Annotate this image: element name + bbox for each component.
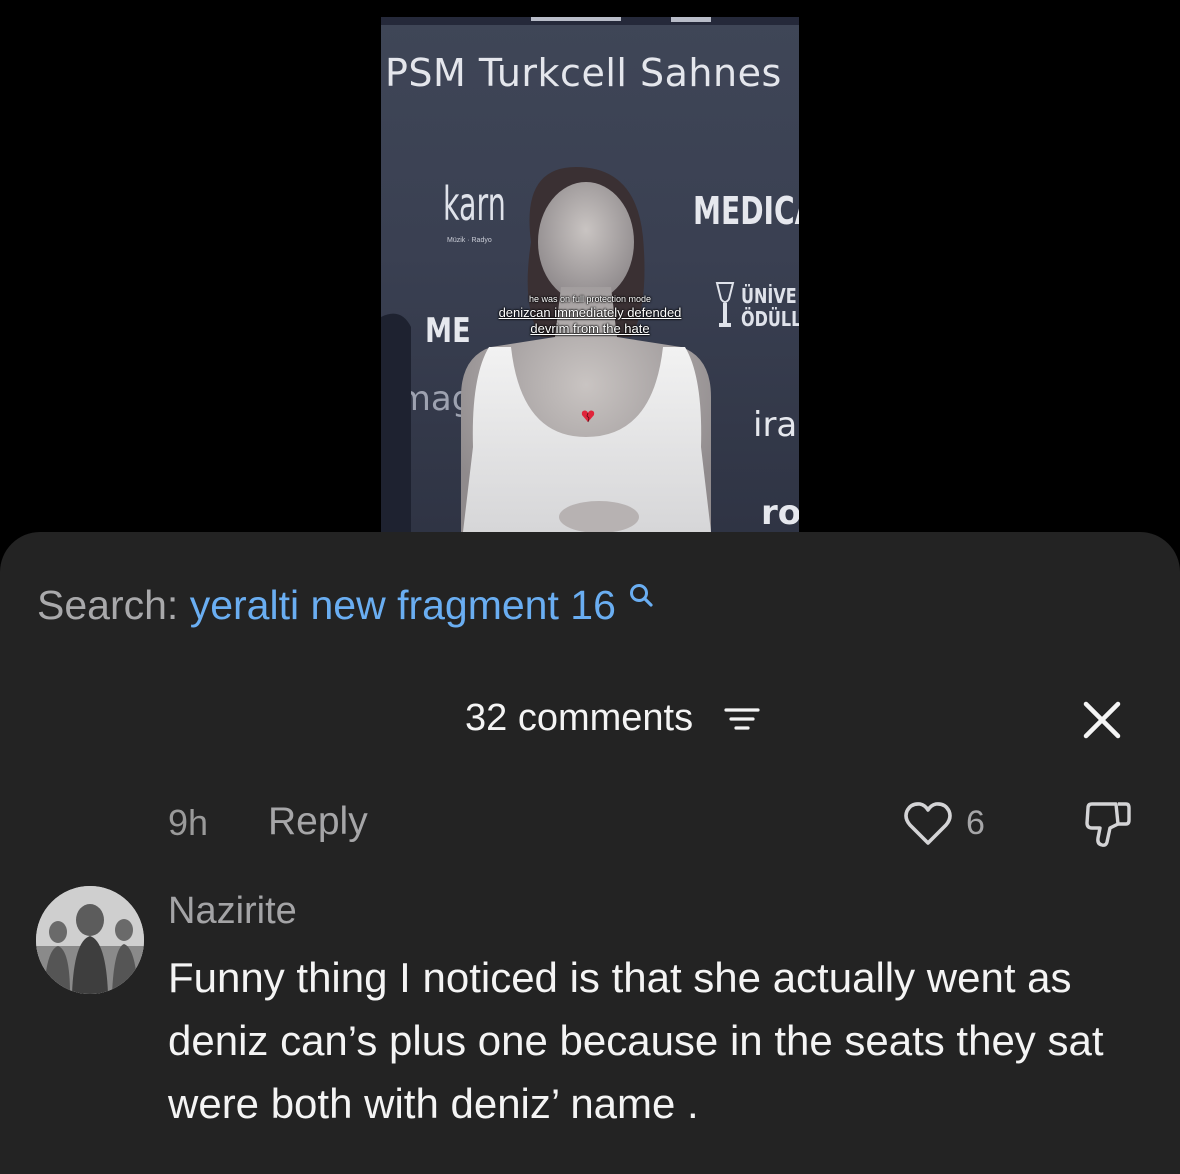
- video-player[interactable]: PSM Turkcell Sahnes karn Müzik · Radyo M…: [381, 17, 799, 532]
- avatar-image: [36, 886, 144, 994]
- video-caption: he was on full protection mode denizcan …: [481, 293, 699, 336]
- heart-icon[interactable]: [902, 800, 954, 848]
- dislike-icon[interactable]: [1082, 798, 1134, 850]
- comments-count: 32 comments: [465, 697, 694, 739]
- search-query-link[interactable]: yeralti new fragment 16: [190, 582, 616, 628]
- comment-timestamp: 9h: [168, 802, 209, 843]
- close-icon[interactable]: [1080, 698, 1124, 742]
- screen: PSM Turkcell Sahnes karn Müzik · Radyo M…: [0, 0, 1180, 1174]
- like-count: 6: [966, 804, 985, 842]
- next-comment-actions-partial: [168, 1158, 1158, 1174]
- comment-text: Funny thing I noticed is that she actual…: [168, 954, 1104, 1127]
- sort-icon[interactable]: [722, 704, 762, 734]
- search-icon: [630, 584, 653, 607]
- search-label: Search:: [37, 582, 179, 628]
- reply-button[interactable]: Reply: [268, 798, 368, 846]
- caption-line-1: he was on full protection mode: [528, 294, 652, 304]
- avatar[interactable]: [36, 886, 144, 994]
- video-subject-figure: [381, 167, 711, 532]
- caption-line-2: denizcan immediately defended: [498, 305, 682, 320]
- search-suggestion[interactable]: Search: yeralti new fragment 16: [37, 578, 657, 632]
- caption-line-3: devrim from the hate: [530, 321, 650, 336]
- comment-username[interactable]: Nazirite: [168, 888, 297, 934]
- broken-heart-icon: [581, 410, 595, 423]
